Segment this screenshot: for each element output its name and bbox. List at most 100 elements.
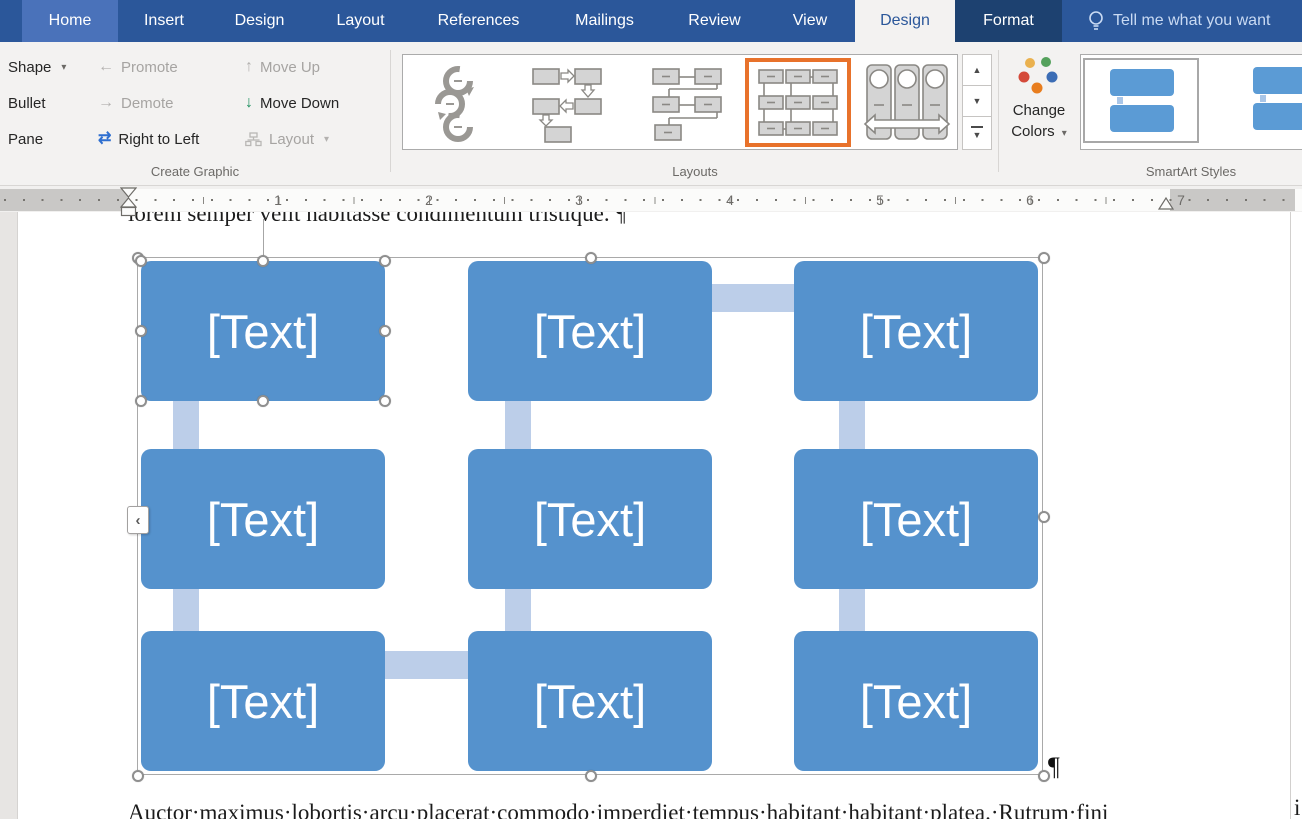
layout-thumb-alternating-flow[interactable] xyxy=(531,63,603,143)
promote-arrow-icon: ← xyxy=(98,59,114,75)
paragraph-top[interactable]: lorem semper velit habitasse condimentum… xyxy=(128,212,626,227)
move-down-button[interactable]: ↓ Move Down xyxy=(245,90,339,116)
smartart-shape[interactable]: [Text] xyxy=(794,261,1038,401)
tell-me-label: Tell me what you want xyxy=(1113,12,1270,30)
ribbon: Shape ▾ Bullet Pane ← Promote → Demote ⇄… xyxy=(0,42,1302,186)
shape-handle-n[interactable] xyxy=(257,255,269,267)
change-colors-icon xyxy=(1017,54,1061,98)
connector-vertical xyxy=(839,589,865,631)
group-label-create-graphic: Create Graphic xyxy=(0,164,390,179)
tab-smartart-design-active[interactable]: Design xyxy=(855,0,955,42)
tell-me-box[interactable]: Tell me what you want xyxy=(1062,0,1302,42)
smartart-shape[interactable]: [Text] xyxy=(141,449,385,589)
document-canvas: lorem semper velit habitasse condimentum… xyxy=(0,212,1302,819)
shape-handle-w[interactable] xyxy=(135,325,147,337)
move-up-button[interactable]: ↑ Move Up xyxy=(245,54,320,80)
tab-home[interactable]: Home xyxy=(22,0,118,42)
right-to-left-button[interactable]: ⇄ Right to Left xyxy=(98,126,199,152)
group-change-colors: Change Colors ▾ xyxy=(1000,42,1078,185)
gallery-more-icon xyxy=(971,126,983,128)
horizontal-ruler: 1 2 3 4 5 6 7 xyxy=(0,186,1302,212)
ruler-number: 5 xyxy=(876,189,884,211)
tab-view[interactable]: View xyxy=(765,0,855,42)
layout-thumb-cycle[interactable] xyxy=(425,63,487,143)
demote-button[interactable]: → Demote xyxy=(98,90,174,116)
frame-handle-sw[interactable] xyxy=(132,770,144,782)
move-down-arrow-icon: ↓ xyxy=(245,95,253,111)
layout-thumb-grid-selected[interactable] xyxy=(745,58,851,147)
tab-review[interactable]: Review xyxy=(664,0,765,42)
smartart-shape-selected[interactable]: [Text] xyxy=(141,261,385,401)
connector-vertical xyxy=(173,589,199,631)
ruler-number: 4 xyxy=(726,189,734,211)
shape-handle-se[interactable] xyxy=(379,395,391,407)
word-window: Home Insert Design Layout References Mai… xyxy=(0,0,1302,819)
smartart-tools-contextual-tabs: Design Format xyxy=(855,0,1062,42)
tab-smartart-format[interactable]: Format xyxy=(955,0,1062,42)
connector-vertical xyxy=(505,589,531,631)
scroll-down-icon: ▼ xyxy=(973,96,982,106)
add-bullet-button[interactable]: Bullet xyxy=(8,90,46,116)
layout-thumb-pillars[interactable] xyxy=(861,63,953,143)
add-shape-button[interactable]: Shape ▾ xyxy=(8,54,66,80)
smartart-frame[interactable]: [Text] [Text] [Text] [Text] [Text] [Text… xyxy=(137,257,1043,775)
gallery-scroll-down-button[interactable]: ▼ xyxy=(962,85,992,117)
text-pane-toggle-button[interactable]: ‹ xyxy=(127,506,149,534)
chevron-down-icon: ▾ xyxy=(1062,128,1067,139)
change-colors-button[interactable]: Change Colors ▾ xyxy=(1000,100,1078,144)
frame-handle-e[interactable] xyxy=(1038,511,1050,523)
scroll-down-icon: ▼ xyxy=(973,130,982,140)
page-right-edge xyxy=(1290,212,1291,819)
chevron-down-icon: ▾ xyxy=(61,62,66,73)
tab-references[interactable]: References xyxy=(412,0,545,42)
shape-handle-nw[interactable] xyxy=(135,255,147,267)
layouts-gallery-scroll: ▲ ▼ ▼ xyxy=(962,54,992,150)
ruler-number: 2 xyxy=(425,189,433,211)
shape-handle-ne[interactable] xyxy=(379,255,391,267)
document-left-gutter xyxy=(0,212,18,819)
frame-handle-s[interactable] xyxy=(585,770,597,782)
connector-bottom-horizontal xyxy=(385,651,468,679)
smartart-shape[interactable]: [Text] xyxy=(794,631,1038,771)
group-create-graphic: Shape ▾ Bullet Pane ← Promote → Demote ⇄… xyxy=(0,42,390,185)
pilcrow-mark: ¶ xyxy=(616,212,626,226)
lightbulb-icon xyxy=(1088,10,1104,32)
gallery-scroll-up-button[interactable]: ▲ xyxy=(962,54,992,86)
text-pane-button[interactable]: Pane xyxy=(8,126,43,152)
tab-mailings[interactable]: Mailings xyxy=(545,0,664,42)
connector-vertical xyxy=(839,401,865,449)
smartart-shape[interactable]: [Text] xyxy=(141,631,385,771)
smartart-shape[interactable]: [Text] xyxy=(468,449,712,589)
layout-thumb-zigzag-process[interactable] xyxy=(651,63,725,143)
frame-handle-se[interactable] xyxy=(1038,770,1050,782)
layouts-gallery xyxy=(402,54,958,150)
promote-button[interactable]: ← Promote xyxy=(98,54,178,80)
smartart-style-thumb-selected[interactable] xyxy=(1083,58,1199,143)
clipped-character: i xyxy=(1294,795,1300,819)
smartart-shape[interactable]: [Text] xyxy=(794,449,1038,589)
org-chart-icon xyxy=(245,132,262,147)
group-smartart-styles: SmartArt Styles xyxy=(1080,42,1302,185)
connector-vertical xyxy=(173,401,199,449)
rotation-handle-stem xyxy=(263,219,264,258)
smartart-shape[interactable]: [Text] xyxy=(468,631,712,771)
move-up-arrow-icon: ↑ xyxy=(245,59,253,75)
ruler-half-ticks xyxy=(128,197,1172,204)
paragraph-bottom[interactable]: Auctor·maximus·lobortis·arcu·placerat·co… xyxy=(128,800,1108,819)
tab-design[interactable]: Design xyxy=(210,0,309,42)
frame-handle-ne[interactable] xyxy=(1038,252,1050,264)
gallery-more-button[interactable]: ▼ xyxy=(962,116,992,150)
left-indent-marker[interactable] xyxy=(120,187,137,217)
smartart-shape[interactable]: [Text] xyxy=(468,261,712,401)
ruler-strip: 1 2 3 4 5 6 7 xyxy=(0,189,1302,211)
shape-handle-e[interactable] xyxy=(379,325,391,337)
org-layout-button[interactable]: Layout ▾ xyxy=(245,126,329,152)
chevron-down-icon: ▾ xyxy=(324,134,329,145)
shape-handle-sw[interactable] xyxy=(135,395,147,407)
shape-handle-s[interactable] xyxy=(257,395,269,407)
tab-insert[interactable]: Insert xyxy=(118,0,210,42)
smartart-style-thumb-2[interactable] xyxy=(1223,58,1302,143)
frame-handle-n[interactable] xyxy=(585,252,597,264)
right-indent-marker[interactable] xyxy=(1158,197,1174,210)
tab-layout[interactable]: Layout xyxy=(309,0,412,42)
